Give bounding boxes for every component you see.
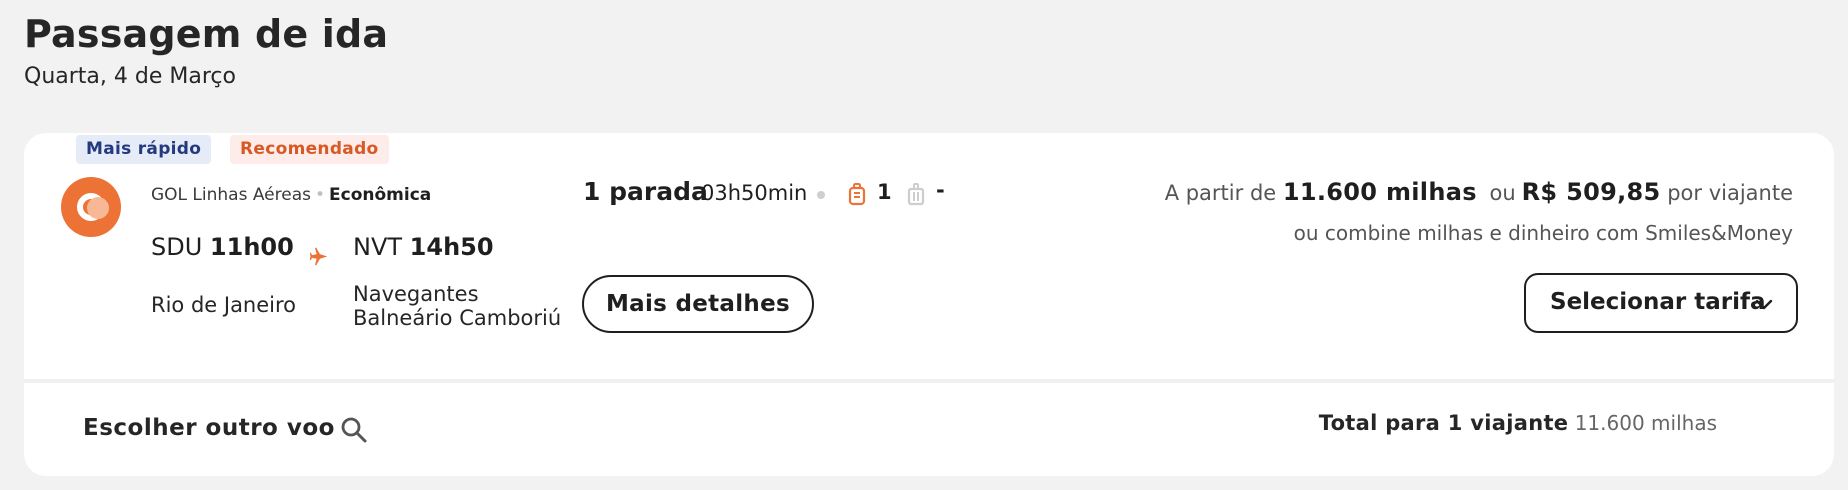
logo-accent [87,197,109,219]
total-info: Total para 1 viajante 11.600 milhas [1319,411,1717,435]
select-fare-label: Selecionar tarifa [1550,289,1766,315]
airline-info: GOL Linhas Aéreas • Econômica [151,185,431,205]
choose-other-flight-button[interactable]: Escolher outro voo [83,415,367,455]
flight-selection-page: Passagem de ida Quarta, 4 de Março Mais … [0,0,1848,490]
departure-time: 11h00 [209,233,294,261]
badge-recommended: Recomendado [230,135,389,164]
gol-logo-icon [61,177,121,237]
price-or: ou [1489,181,1516,205]
flight-card: Mais rápido Recomendado GOL Linhas Aérea… [24,133,1834,476]
separator-dot [817,191,825,199]
price-suffix: por viajante [1667,181,1793,205]
badge-fastest: Mais rápido [76,135,212,164]
page-title: Passagem de ida [24,12,389,56]
price-prefix: A partir de [1164,181,1277,205]
departure: SDU 11h00 [151,233,294,261]
price-info: A partir de 11.600 milhas ou R$ 509,85 po… [1165,178,1793,206]
airline-name: GOL Linhas Aéreas [151,185,311,205]
separator-dot: • [315,185,326,205]
departure-city: Rio de Janeiro [151,293,297,317]
arrival-code: NVT [353,233,403,261]
price-cash: R$ 509,85 [1521,178,1661,206]
stops: 1 parada [583,177,708,206]
duration: 03h50min [701,181,808,205]
flight-date: Quarta, 4 de Março [24,64,236,89]
bag-count: 1 [877,180,892,204]
total-label: Total para 1 viajante [1318,411,1569,435]
choose-other-flight-label: Escolher outro voo [83,415,335,441]
arrival: NVT 14h50 [353,233,494,261]
arrival-city: Navegantes Balneário Camboriú [353,282,562,330]
more-details-button[interactable]: Mais detalhes [582,275,814,333]
search-icon [341,417,367,443]
departure-code: SDU [151,233,203,261]
bag-icon [848,183,866,206]
airplane-icon [309,247,328,266]
total-value: 11.600 milhas [1574,411,1717,435]
select-fare-button[interactable]: Selecionar tarifa [1524,273,1798,333]
card-divider [24,379,1834,383]
price-miles: 11.600 milhas [1282,178,1477,206]
smiles-money-text: ou combine milhas e dinheiro com Smiles&… [1293,221,1793,245]
chevron-down-icon [1755,299,1773,310]
arrival-time: 14h50 [409,233,494,261]
cabin-class: Econômica [329,185,432,205]
trolley-icon [907,183,925,206]
trolley-count: - [936,178,945,202]
